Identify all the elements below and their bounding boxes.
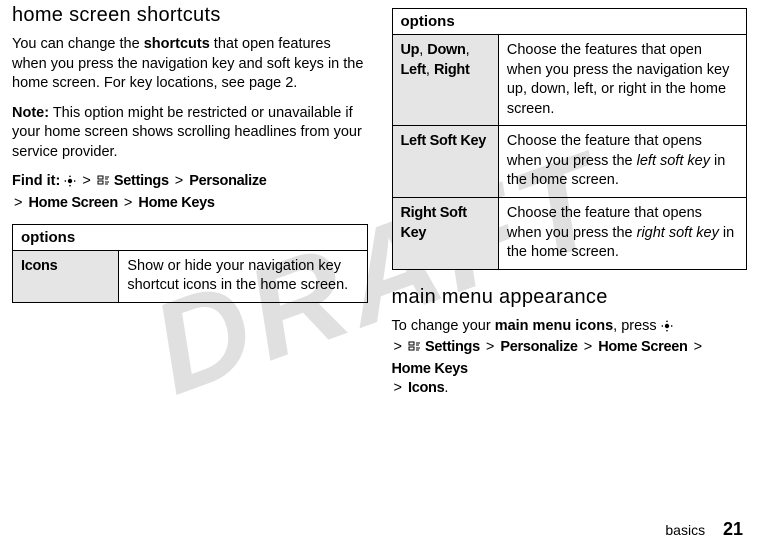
text-frag: , press — [613, 318, 657, 334]
settings-icon — [408, 340, 421, 360]
options-table-right: options Up, Down, Left, Right Choose the… — [392, 8, 748, 270]
path-homescreen: Home Screen — [598, 339, 687, 355]
para-mainmenu: To change your main menu icons, press > … — [392, 317, 748, 399]
comma: , — [466, 42, 470, 58]
text-em: right soft key — [637, 225, 719, 241]
gt-sep: > — [394, 339, 402, 355]
label-left: Left — [401, 62, 426, 78]
gt-sep: > — [694, 339, 702, 355]
label-text: Left Soft Key — [401, 133, 487, 149]
row-label-lsk: Left Soft Key — [392, 126, 498, 198]
path-personalize: Personalize — [189, 173, 266, 189]
row-label-udlr: Up, Down, Left, Right — [392, 35, 498, 126]
right-column: options Up, Down, Left, Right Choose the… — [392, 4, 748, 409]
label-right: Right — [434, 62, 470, 78]
path-icons: Icons — [408, 380, 444, 396]
page-footer: basics 21 — [665, 519, 743, 540]
path-settings: Settings — [114, 173, 169, 189]
table-row: Icons Show or hide your navigation key s… — [13, 250, 368, 302]
label-down: Down — [427, 42, 465, 58]
row-desc-lsk: Choose the feature that opens when you p… — [498, 126, 746, 198]
settings-icon — [97, 174, 110, 194]
gt-sep: > — [584, 339, 592, 355]
footer-page-number: 21 — [723, 519, 743, 539]
path-homekeys: Home Keys — [138, 195, 214, 211]
row-desc-icons: Show or hide your navigation key shortcu… — [119, 250, 367, 302]
text-frag: To change your — [392, 318, 495, 334]
left-column: home screen shortcuts You can change the… — [12, 4, 368, 409]
section-heading-shortcuts: home screen shortcuts — [12, 4, 368, 27]
row-label-icons: Icons — [13, 250, 119, 302]
table-header-row: options — [13, 224, 368, 250]
text-frag: You can change the — [12, 36, 144, 52]
note-label: Note: — [12, 105, 49, 121]
row-desc-rsk: Choose the feature that opens when you p… — [498, 197, 746, 269]
text-em: left soft key — [637, 153, 710, 169]
center-key-icon — [661, 319, 673, 339]
two-column-layout: home screen shortcuts You can change the… — [0, 0, 759, 409]
path-homescreen: Home Screen — [29, 195, 118, 211]
path-homekeys: Home Keys — [392, 361, 468, 377]
options-table-left: options Icons Show or hide your navigati… — [12, 224, 368, 303]
gt-sep: > — [175, 173, 183, 189]
gt-sep: > — [82, 173, 90, 189]
table-row: Left Soft Key Choose the feature that op… — [392, 126, 747, 198]
path-personalize: Personalize — [500, 339, 577, 355]
para-note: Note: This option might be restricted or… — [12, 104, 368, 163]
center-key-icon — [64, 174, 76, 194]
dot: . — [444, 380, 448, 396]
section-heading-mainmenu: main menu appearance — [392, 286, 748, 309]
table-header-options: options — [13, 224, 368, 250]
para-shortcuts-intro: You can change the shortcuts that open f… — [12, 35, 368, 94]
path-settings: Settings — [425, 339, 480, 355]
gt-sep: > — [394, 380, 402, 396]
text-bold-mainmenu: main menu icons — [495, 318, 613, 334]
gt-sep: > — [14, 195, 22, 211]
label-up: Up — [401, 42, 420, 58]
gt-sep: > — [124, 195, 132, 211]
gt-sep: > — [486, 339, 494, 355]
label-text: Right Soft Key — [401, 205, 467, 241]
note-body: This option might be restricted or unava… — [12, 105, 362, 160]
label-text: Icons — [21, 258, 57, 274]
table-row: Right Soft Key Choose the feature that o… — [392, 197, 747, 269]
row-desc-udlr: Choose the features that open when you p… — [498, 35, 746, 126]
row-label-rsk: Right Soft Key — [392, 197, 498, 269]
para-findit: Find it: > Settings > Personalize > Home… — [12, 172, 368, 213]
comma: , — [426, 62, 434, 78]
table-header-options: options — [392, 9, 747, 35]
text-bold-shortcuts: shortcuts — [144, 36, 210, 52]
findit-label: Find it: — [12, 173, 60, 189]
table-header-row: options — [392, 9, 747, 35]
footer-section: basics — [665, 522, 705, 538]
table-row: Up, Down, Left, Right Choose the feature… — [392, 35, 747, 126]
